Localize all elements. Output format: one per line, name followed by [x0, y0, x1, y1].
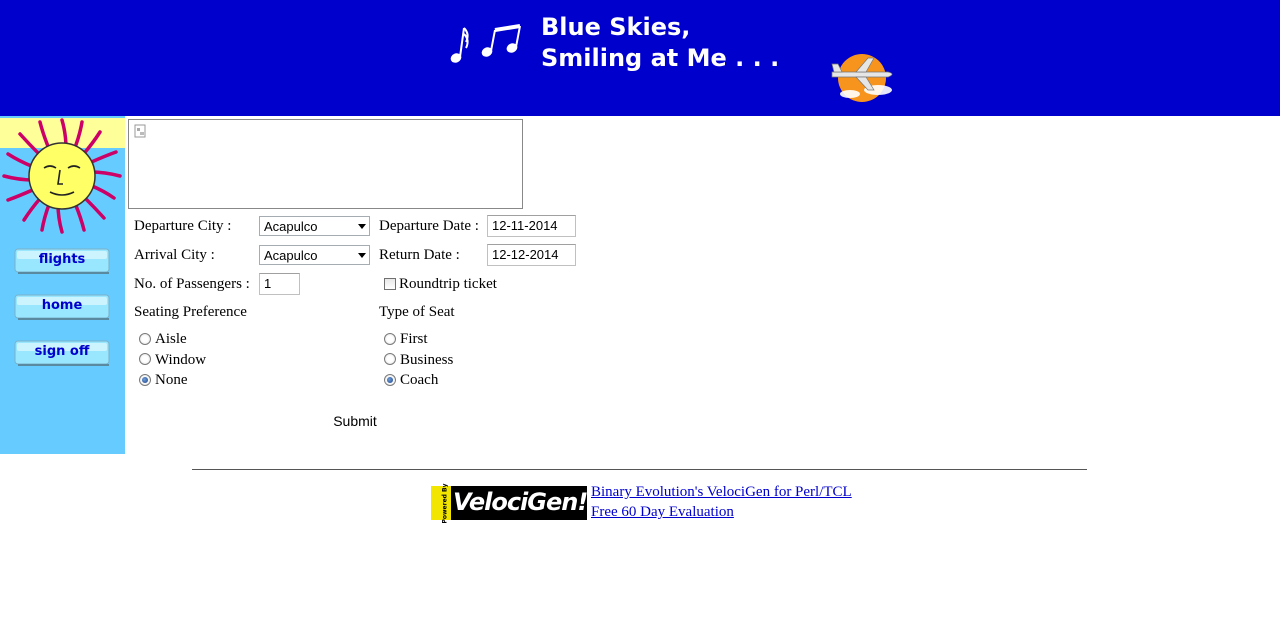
music-notes-icon: [450, 24, 521, 63]
seat-business-radio[interactable]: [384, 353, 396, 365]
banner-title-line2: Smiling at Me . . .: [541, 44, 780, 72]
arrival-city-select[interactable]: Acapulco: [259, 245, 370, 265]
return-date-label: Return Date :: [379, 247, 460, 263]
seat-first-label: First: [400, 331, 428, 347]
departure-city-label: Departure City :: [134, 218, 232, 234]
dropdown-arrow-icon: [358, 253, 366, 258]
sidebar: flights home sign off: [0, 116, 125, 454]
roundtrip-label: Roundtrip ticket: [399, 276, 497, 292]
seating-none-radio[interactable]: [139, 374, 151, 386]
sidebar-item-label[interactable]: home: [14, 294, 110, 318]
dropdown-arrow-icon: [358, 224, 366, 229]
roundtrip-checkbox[interactable]: [384, 278, 396, 290]
sidebar-item-sign-off[interactable]: sign off: [14, 340, 110, 366]
banner-title: Blue Skies, Smiling at Me . . .: [541, 12, 779, 74]
passengers-field[interactable]: 1: [259, 273, 300, 295]
sidebar-item-flights[interactable]: flights: [14, 248, 110, 274]
seat-type-label: Type of Seat: [379, 304, 455, 320]
departure-city-value: Acapulco: [264, 219, 318, 234]
velocigen-link[interactable]: Binary Evolution's VelociGen for Perl/TC…: [591, 484, 852, 501]
banner-title-line1: Blue Skies,: [541, 13, 691, 41]
seat-coach-radio[interactable]: [384, 374, 396, 386]
departure-date-label: Departure Date :: [379, 218, 479, 234]
velocigen-logo-text: VelociGen!: [453, 488, 588, 516]
seat-coach-label: Coach: [400, 372, 439, 388]
seating-aisle-radio[interactable]: [139, 333, 151, 345]
seating-none-label: None: [155, 372, 188, 388]
seating-aisle-label: Aisle: [155, 331, 187, 347]
arrival-city-value: Acapulco: [264, 248, 318, 263]
seat-first-radio[interactable]: [384, 333, 396, 345]
seating-preference-label: Seating Preference: [134, 304, 247, 320]
broken-image-frame: [128, 119, 523, 209]
arrival-city-label: Arrival City :: [134, 247, 215, 263]
seat-business-label: Business: [400, 352, 454, 368]
free-evaluation-link[interactable]: Free 60 Day Evaluation: [591, 504, 734, 521]
sidebar-item-label[interactable]: flights: [14, 248, 110, 272]
return-date-field[interactable]: 12-12-2014: [487, 244, 576, 266]
powered-by-text: Powered By: [441, 483, 449, 524]
broken-image-icon: [134, 124, 146, 138]
departure-date-field[interactable]: 12-11-2014: [487, 215, 576, 237]
velocigen-logo[interactable]: Powered By VelociGen!: [431, 483, 588, 524]
seating-window-label: Window: [155, 352, 207, 368]
passengers-label: No. of Passengers :: [134, 276, 250, 292]
departure-city-select[interactable]: Acapulco: [259, 216, 370, 236]
submit-button[interactable]: Submit: [328, 411, 382, 431]
powered-by-badge: Powered By: [431, 483, 451, 524]
airplane-sun-icon: [831, 54, 893, 102]
sidebar-item-home[interactable]: home: [14, 294, 110, 320]
seating-window-radio[interactable]: [139, 353, 151, 365]
sidebar-item-label[interactable]: sign off: [14, 340, 110, 364]
sun-logo: [0, 118, 125, 234]
header-banner: Blue Skies, Smiling at Me . . .: [0, 0, 1280, 116]
divider: [192, 469, 1087, 470]
